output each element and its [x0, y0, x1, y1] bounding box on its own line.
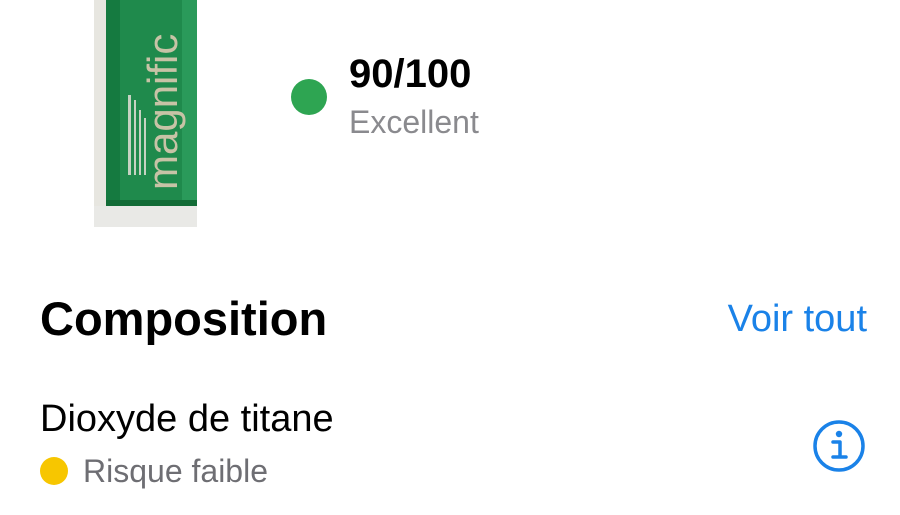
risk-indicator-dot	[40, 457, 68, 485]
product-image: magnific	[94, 0, 197, 227]
score-value: 90/100	[349, 52, 472, 96]
product-brand-text: magnific	[139, 34, 186, 190]
risk-label: Risque faible	[83, 453, 268, 489]
ingredient-row[interactable]: Dioxyde de titane Risque faible	[0, 392, 900, 502]
composition-title: Composition	[40, 292, 328, 345]
see-all-link[interactable]: Voir tout	[728, 296, 867, 342]
score-label: Excellent	[349, 104, 479, 140]
ingredient-name: Dioxyde de titane	[40, 398, 334, 440]
score-indicator-dot	[291, 79, 327, 115]
info-icon	[813, 420, 865, 472]
info-button[interactable]	[812, 419, 866, 473]
